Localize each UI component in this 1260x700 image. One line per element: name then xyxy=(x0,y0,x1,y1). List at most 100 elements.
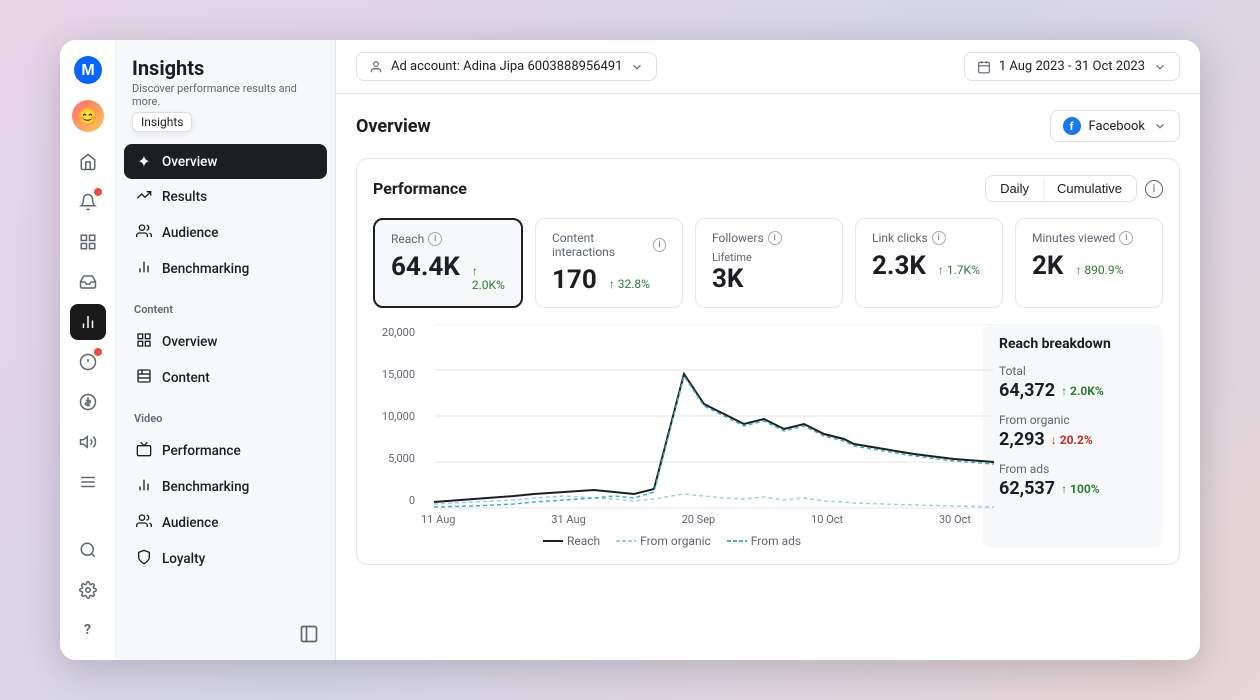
icon-bar: M 😊 xyxy=(60,40,116,660)
y-label-20k: 20,000 xyxy=(373,326,415,339)
video-audience-icon xyxy=(134,513,154,533)
sidebar-item-audience[interactable]: Audience xyxy=(124,215,327,251)
breakdown-ads-value: 62,537 ↑ 100% xyxy=(999,478,1147,499)
legend-organic-label: From organic xyxy=(640,534,711,548)
sidebar-video-nav: Performance Benchmarking xyxy=(116,429,335,581)
chart-legend: Reach From organic xyxy=(373,534,971,548)
section-video-label: Video xyxy=(116,400,335,429)
toggle-group: Daily Cumulative xyxy=(985,175,1137,202)
breakdown-total-value: 64,372 ↑ 2.0K% xyxy=(999,380,1147,401)
metric-link-clicks[interactable]: Link clicks i 2.3K ↑ 1.7K% xyxy=(855,218,1003,308)
sidebar-item-video-benchmarking[interactable]: Benchmarking xyxy=(124,469,327,505)
platform-dropdown-icon xyxy=(1153,119,1167,133)
metric-minutes-viewed[interactable]: Minutes viewed i 2K ↑ 890.9% xyxy=(1015,218,1163,308)
toggle-cumulative[interactable]: Cumulative xyxy=(1043,176,1136,201)
reach-breakdown-title: Reach breakdown xyxy=(999,336,1147,352)
metric-ci-change: ↑ 32.8% xyxy=(609,277,650,291)
y-label-15k: 15,000 xyxy=(373,368,415,381)
breakdown-organic: From organic 2,293 ↓ 20.2% xyxy=(999,413,1147,450)
video-benchmarking-icon xyxy=(134,477,154,497)
sidebar-item-content[interactable]: Content xyxy=(124,360,327,396)
metric-mv-value: 2K xyxy=(1032,251,1063,281)
notifications-icon-btn[interactable] xyxy=(70,184,106,220)
breakdown-organic-value: 2,293 ↓ 20.2% xyxy=(999,429,1147,450)
sidebar-main-nav: ✦ Overview Results Audience xyxy=(116,140,335,291)
grid-icon-btn[interactable] xyxy=(70,224,106,260)
sidebar-item-results-label: Results xyxy=(162,189,207,205)
x-label-aug31: 31 Aug xyxy=(551,513,585,526)
account-selector[interactable]: Ad account: Adina Jipa 6003888956491 xyxy=(356,52,657,81)
home-icon-btn[interactable] xyxy=(70,144,106,180)
meta-logo[interactable]: M xyxy=(70,52,106,88)
x-label-aug11: 11 Aug xyxy=(421,513,455,526)
settings-icon-btn[interactable] xyxy=(70,572,106,608)
metric-lc-label: Link clicks i xyxy=(872,231,986,245)
sidebar-item-video-audience[interactable]: Audience xyxy=(124,505,327,541)
sidebar-collapse-btn[interactable] xyxy=(299,624,319,648)
topbar: Ad account: Adina Jipa 6003888956491 1 A… xyxy=(336,40,1200,94)
megaphone-icon-btn[interactable] xyxy=(70,424,106,460)
y-label-5k: 5,000 xyxy=(373,452,415,465)
date-range-selector[interactable]: 1 Aug 2023 - 31 Oct 2023 xyxy=(964,52,1180,81)
sidebar-content-nav: Overview Content xyxy=(116,320,335,400)
facebook-icon: f xyxy=(1063,117,1081,135)
metric-reach-label: Reach i xyxy=(391,232,505,246)
chart-container: 20,000 15,000 10,000 5,000 0 xyxy=(373,324,1163,548)
legend-reach: Reach xyxy=(543,534,600,548)
lc-info[interactable]: i xyxy=(932,231,946,245)
date-dropdown-icon xyxy=(1153,60,1167,74)
sidebar-item-content-label: Content xyxy=(162,370,210,386)
analytics-icon-btn[interactable] xyxy=(70,304,106,340)
breakdown-organic-label: From organic xyxy=(999,413,1147,427)
metric-content-interactions[interactable]: Content interactions i 170 ↑ 32.8% xyxy=(535,218,683,308)
sidebar-subtitle: Discover performance results and more. xyxy=(132,82,319,108)
metric-followers-label: Followers i xyxy=(712,231,826,245)
platform-selector[interactable]: f Facebook xyxy=(1050,110,1180,142)
performance-info-icon[interactable]: i xyxy=(1145,180,1163,198)
sidebar-item-benchmarking-label: Benchmarking xyxy=(162,261,249,277)
legend-reach-line xyxy=(543,537,563,545)
sidebar-item-overview[interactable]: ✦ Overview xyxy=(124,144,327,179)
metric-followers-value: 3K xyxy=(712,264,743,294)
avatar[interactable]: 😊 xyxy=(72,100,104,132)
content-header: Overview f Facebook xyxy=(356,110,1180,142)
legend-ads-line xyxy=(727,537,747,545)
date-range-label: 1 Aug 2023 - 31 Oct 2023 xyxy=(999,59,1145,74)
chart-area: 20,000 15,000 10,000 5,000 0 xyxy=(373,324,971,548)
sidebar-item-video-audience-label: Audience xyxy=(162,515,218,531)
sidebar-item-loyalty-label: Loyalty xyxy=(162,551,205,567)
mv-info[interactable]: i xyxy=(1119,231,1133,245)
sidebar-item-results[interactable]: Results xyxy=(124,179,327,215)
reach-info[interactable]: i xyxy=(428,232,442,246)
sidebar-item-benchmarking[interactable]: Benchmarking xyxy=(124,251,327,287)
metric-lc-value: 2.3K xyxy=(872,251,926,281)
money-icon-btn[interactable] xyxy=(70,384,106,420)
loyalty-icon xyxy=(134,549,154,569)
sidebar-title: Insights xyxy=(132,56,319,80)
metric-ci-value: 170 xyxy=(552,265,597,295)
followers-info[interactable]: i xyxy=(768,231,782,245)
x-label-oct30: 30 Oct xyxy=(939,513,971,526)
help-icon-btn[interactable]: ? xyxy=(70,612,106,648)
inbox-icon-btn[interactable] xyxy=(70,264,106,300)
toggle-daily[interactable]: Daily xyxy=(986,176,1043,201)
line-chart xyxy=(415,324,1013,509)
legend-ads: From ads xyxy=(727,534,801,548)
legend-organic: From organic xyxy=(616,534,711,548)
metric-reach-value: 64.4K xyxy=(391,252,460,282)
page-title: Overview xyxy=(356,116,431,137)
dropdown-icon xyxy=(630,60,644,74)
search-icon-btn[interactable] xyxy=(70,532,106,568)
account-label: Ad account: Adina Jipa 6003888956491 xyxy=(391,59,622,74)
sidebar-item-loyalty[interactable]: Loyalty xyxy=(124,541,327,577)
sidebar-item-content-overview[interactable]: Overview xyxy=(124,324,327,360)
alerts-icon-btn[interactable] xyxy=(70,344,106,380)
video-performance-icon xyxy=(134,441,154,461)
sidebar-item-video-performance[interactable]: Performance xyxy=(124,433,327,469)
legend-ads-label: From ads xyxy=(751,534,801,548)
menu-icon-btn[interactable] xyxy=(70,464,106,500)
content-area: Overview f Facebook Performance Daily Cu… xyxy=(336,94,1200,660)
metric-reach[interactable]: Reach i 64.4K ↑ 2.0K% xyxy=(373,218,523,308)
ci-info[interactable]: i xyxy=(653,238,666,252)
metric-followers[interactable]: Followers i Lifetime 3K xyxy=(695,218,843,308)
